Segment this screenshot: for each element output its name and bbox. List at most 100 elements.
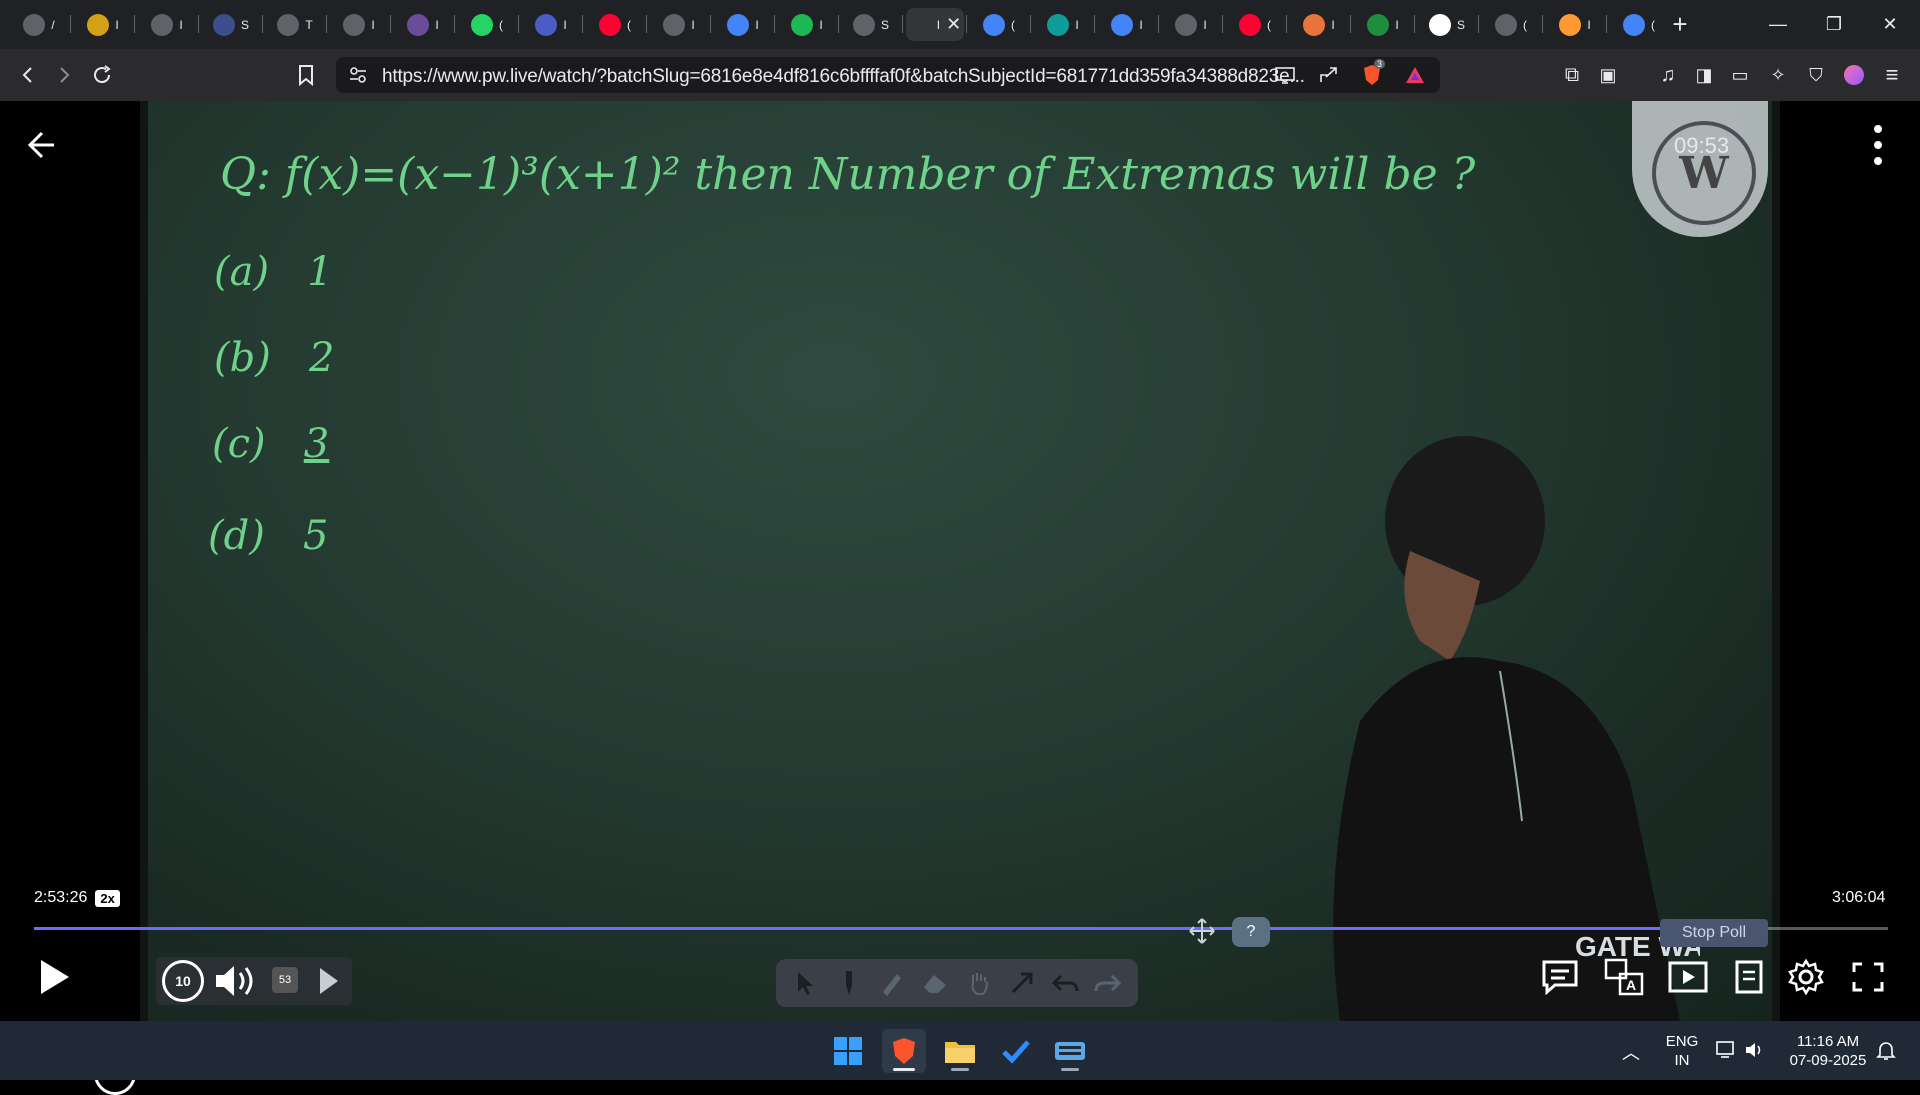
browser-tab[interactable]: I [330,8,388,41]
browser-tab[interactable]: / [10,8,68,41]
network-icon[interactable] [1716,1040,1738,1065]
translate-button[interactable]: A [1604,957,1644,997]
leo-button[interactable]: ✧ [1762,59,1794,91]
marker-icon [883,974,902,996]
browser-tab[interactable]: ( [586,8,644,41]
play-button[interactable] [34,955,74,999]
tab-strip: / I I S T I I(I(I I I S I ✕(I I I(I I S(I( [0,0,1920,49]
language-indicator[interactable]: ENG IN [1664,1032,1700,1070]
pointer-tool[interactable] [791,968,821,998]
profile-button[interactable] [1838,59,1870,91]
address-bar[interactable]: https://www.pw.live/watch/?batchSlug=681… [336,57,1440,93]
browser-tab[interactable]: I [138,8,196,41]
help-button[interactable]: ? [1232,917,1270,947]
browser-tab[interactable]: I [522,8,580,41]
move-icon[interactable] [1188,917,1216,945]
tab-label: / [51,17,55,32]
wallet-button[interactable]: ▭ [1724,59,1756,91]
marker-tool[interactable] [877,968,907,998]
globe-icon [151,13,174,36]
eraser-tool[interactable] [920,968,950,998]
browser-tab[interactable]: I [1098,8,1156,41]
brave-shield-icon[interactable]: 3 [1360,59,1386,87]
tab-label: I [691,17,695,32]
redo-tool[interactable] [1093,968,1123,998]
browser-tab[interactable]: I [394,8,452,41]
browser-tab[interactable]: I [1546,8,1604,41]
browser-tab[interactable]: S [1418,8,1476,41]
start-button[interactable] [826,1029,870,1073]
vpn-button[interactable]: ⛉ [1800,59,1832,91]
close-window-button[interactable]: ✕ [1862,0,1918,49]
browser-tab[interactable]: I [1290,8,1348,41]
tab-label: I [563,17,567,32]
taskbar-keyboard[interactable] [1048,1029,1092,1073]
browser-tab[interactable]: I [1034,8,1092,41]
volume-button[interactable] [214,961,258,1001]
tab-label: I [179,17,183,32]
next-button[interactable] [316,965,342,997]
browser-tab[interactable]: I [1354,8,1412,41]
cast-icon[interactable] [1274,65,1296,90]
reload-button[interactable] [86,59,118,91]
fullscreen-button[interactable] [1848,957,1888,997]
browser-tab[interactable]: I [778,8,836,41]
new-tab-button[interactable]: + [1664,8,1696,40]
forward-10-button[interactable]: 10 [162,960,204,1002]
hand-tool[interactable] [964,968,994,998]
browser-tab[interactable]: I [650,8,708,41]
site-info-icon[interactable] [348,66,368,89]
rewards-icon[interactable] [1404,64,1426,91]
browser-tab[interactable]: T [266,8,324,41]
browser-tab[interactable]: ( [1482,8,1540,41]
browser-tab[interactable]: ( [1610,8,1668,41]
tab-separator [582,15,583,33]
picture-in-picture-button[interactable] [1668,957,1708,997]
browser-tab[interactable]: I [74,8,132,41]
close-tab-icon[interactable]: ✕ [946,14,961,35]
back-button[interactable] [12,59,44,91]
arrow-tool[interactable] [1007,968,1037,998]
chat-button[interactable] [1540,957,1580,997]
back-arrow-button[interactable] [24,125,64,165]
browser-tab[interactable]: I ✕ [906,8,964,41]
browser-tab[interactable]: S [202,8,260,41]
browser-tab[interactable]: S [842,8,900,41]
notification-bell-icon[interactable] [1876,1040,1896,1067]
menu-button[interactable]: ≡ [1876,59,1908,91]
browser-tab[interactable]: ( [970,8,1028,41]
speaker-icon[interactable] [1744,1040,1766,1065]
active-tab-icon [908,13,931,36]
browser-tab[interactable]: ( [1226,8,1284,41]
undo-tool[interactable] [1050,968,1080,998]
notes-button[interactable] [1730,957,1770,997]
share-icon[interactable] [1318,65,1340,90]
taskbar-todo[interactable] [994,1029,1038,1073]
sidebar-button[interactable]: ◨ [1688,59,1720,91]
tab-separator [710,15,711,33]
more-options-button[interactable] [1866,125,1890,165]
media-button[interactable]: ♫ [1652,59,1684,91]
taskbar-brave[interactable] [882,1029,926,1073]
browser-tab[interactable]: I [714,8,772,41]
restore-button[interactable]: ❐ [1806,0,1862,49]
pen-tool[interactable] [834,968,864,998]
reader-button[interactable]: ▣ [1592,59,1624,91]
extensions-button[interactable]: ⧉ [1556,59,1588,91]
forward-button[interactable] [48,59,80,91]
clock[interactable]: 11:16 AM 07-09-2025 [1780,1032,1876,1070]
bookmark-button[interactable] [290,59,322,91]
translate-icon: A [1604,958,1644,996]
video-player[interactable]: Q: f(x)=(x−1)³(x+1)² then Number of Extr… [0,101,1920,1095]
minimize-button[interactable]: — [1750,0,1806,49]
stop-poll-button[interactable]: Stop Poll [1660,919,1768,947]
tray-overflow-icon[interactable]: ︿ [1622,1039,1640,1065]
settings-button[interactable] [1786,957,1826,997]
url-text[interactable]: https://www.pw.live/watch/?batchSlug=681… [382,66,1305,88]
tab-separator [774,15,775,33]
browser-tab[interactable]: ( [458,8,516,41]
progress-bar[interactable] [34,922,1888,934]
browser-tab[interactable]: I [1162,8,1220,41]
taskbar-file-explorer[interactable] [938,1029,982,1073]
speed-badge[interactable]: 2x [95,889,120,907]
